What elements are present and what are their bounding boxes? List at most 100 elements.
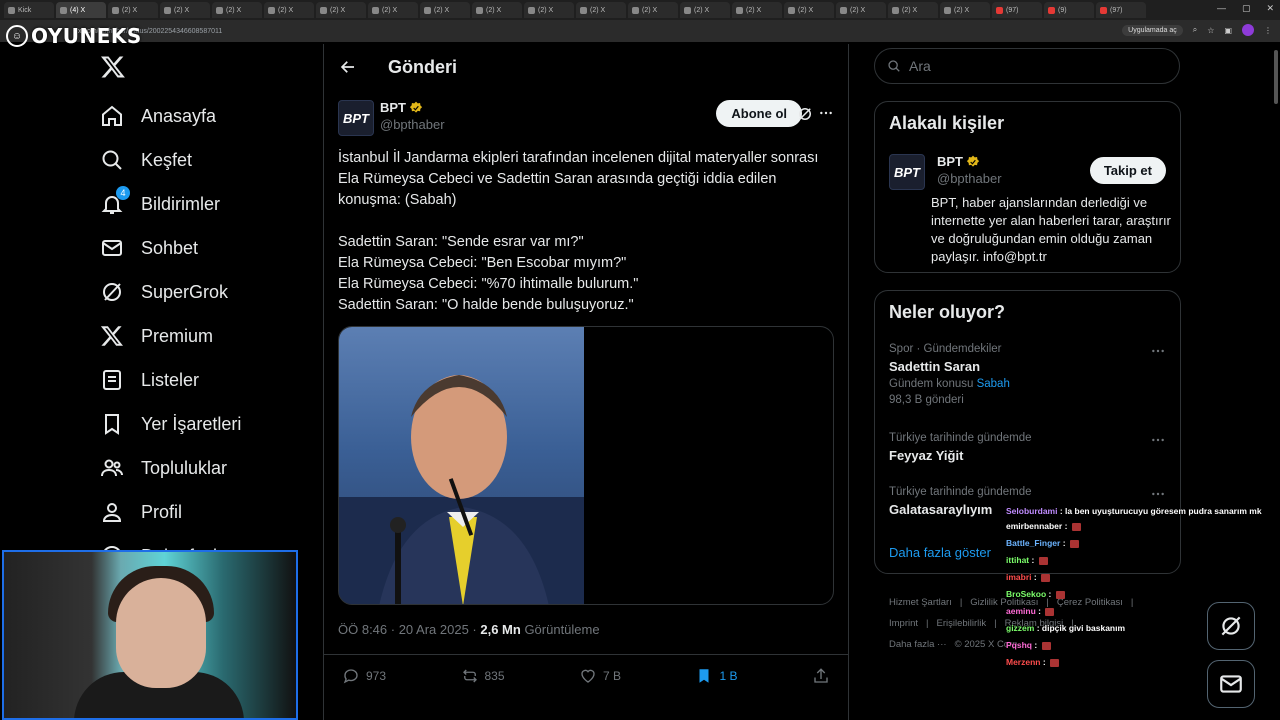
- grok-icon[interactable]: [796, 105, 814, 123]
- trend-item[interactable]: Türkiye tarihinde gündemde Feyyaz Yiğit: [889, 432, 1166, 463]
- related-name[interactable]: BPT: [937, 154, 963, 169]
- chat-username[interactable]: Merzenn: [1006, 657, 1040, 667]
- footer-link[interactable]: Erişilebilirlik: [937, 618, 987, 629]
- browser-tab[interactable]: (2) X: [264, 2, 314, 18]
- grok-icon: [103, 283, 121, 301]
- more-options-icon[interactable]: [1150, 432, 1166, 448]
- chat-message: Seloburdami : la ben uyuşturucuyu görese…: [1006, 506, 1262, 516]
- maximize-icon[interactable]: ▢: [1242, 3, 1251, 14]
- browser-tab[interactable]: (97): [1096, 2, 1146, 18]
- nav-chat[interactable]: Sohbet: [88, 226, 241, 270]
- address-bar[interactable]: x.com/bpthaber/status/200225434660858701…: [0, 20, 1280, 42]
- browser-tab[interactable]: (2) X: [628, 2, 678, 18]
- mail-icon: [102, 240, 122, 256]
- bookmark-button[interactable]: 1 B: [695, 667, 738, 685]
- follow-button[interactable]: Takip et: [1089, 157, 1166, 184]
- like-button[interactable]: 7 B: [579, 667, 621, 685]
- nav-communities[interactable]: Topluluklar: [88, 446, 241, 490]
- author-info[interactable]: BPT @bpthaber: [380, 100, 445, 132]
- menu-icon[interactable]: ⋮: [1264, 26, 1272, 35]
- nav-notifications[interactable]: 4 Bildirimler: [88, 182, 241, 226]
- nav-explore[interactable]: Keşfet: [88, 138, 241, 182]
- browser-tab[interactable]: (2) X: [108, 2, 158, 18]
- browser-tab[interactable]: (2) X: [576, 2, 626, 18]
- nav-bookmarks[interactable]: Yer İşaretleri: [88, 402, 241, 446]
- watermark-text: OYUNEKS: [31, 24, 142, 48]
- post-text: İstanbul İl Jandarma ekipleri tarafından…: [338, 148, 834, 316]
- browser-tab[interactable]: (2) X: [784, 2, 834, 18]
- browser-tab[interactable]: (2) X: [940, 2, 990, 18]
- reply-button[interactable]: 973: [342, 667, 386, 685]
- chat-username[interactable]: BroSekoo: [1006, 589, 1046, 599]
- footer-link[interactable]: Imprint: [889, 618, 918, 629]
- chat-username[interactable]: ittihat: [1006, 555, 1029, 565]
- trend-context-prefix: Gündem konusu: [889, 378, 977, 390]
- chat-username[interactable]: Seloburdami: [1006, 506, 1057, 516]
- search-icon: [102, 150, 122, 170]
- page-scrollbar[interactable]: [1274, 50, 1278, 104]
- show-more-link[interactable]: Daha fazla göster: [889, 545, 991, 560]
- post-photo-man[interactable]: [339, 327, 586, 604]
- browser-tab[interactable]: (2) X: [888, 2, 938, 18]
- share-button[interactable]: [812, 667, 830, 685]
- nav-premium[interactable]: Premium: [88, 314, 241, 358]
- browser-tab[interactable]: (4) X: [56, 2, 106, 18]
- x-logo-icon[interactable]: [100, 54, 126, 80]
- close-icon[interactable]: ✕: [1266, 3, 1274, 14]
- more-options-icon[interactable]: [1150, 486, 1166, 502]
- back-button[interactable]: [328, 47, 368, 87]
- browser-tab[interactable]: (2) X: [472, 2, 522, 18]
- extensions-icon[interactable]: ▣: [1224, 26, 1232, 35]
- author-name[interactable]: BPT: [380, 100, 406, 115]
- search-input[interactable]: [909, 58, 1149, 74]
- browser-tab[interactable]: (2) X: [836, 2, 886, 18]
- browser-tab[interactable]: (2) X: [212, 2, 262, 18]
- chat-emote-icon: [1055, 590, 1065, 599]
- browser-tab[interactable]: (97): [992, 2, 1042, 18]
- profile-avatar[interactable]: [1242, 24, 1254, 36]
- author-handle[interactable]: @bpthaber: [380, 117, 445, 132]
- author-avatar[interactable]: BPT: [338, 100, 374, 136]
- footer-link[interactable]: Hizmet Şartları: [889, 597, 952, 608]
- post-media[interactable]: [338, 326, 834, 605]
- chat-username[interactable]: imabri: [1006, 572, 1032, 582]
- chat-emote-icon: [1050, 658, 1060, 667]
- browser-tab[interactable]: (2) X: [160, 2, 210, 18]
- browser-tab[interactable]: (2) X: [368, 2, 418, 18]
- nav-profile[interactable]: Profil: [88, 490, 241, 534]
- browser-tab[interactable]: Kick: [4, 2, 54, 18]
- nav-home[interactable]: Anasayfa: [88, 94, 241, 138]
- tab-favicon-icon: [684, 6, 691, 14]
- trend-context-link[interactable]: Sabah: [977, 378, 1010, 390]
- star-icon[interactable]: ☆: [1207, 26, 1214, 35]
- chat-username[interactable]: emirbennaber: [1006, 521, 1062, 531]
- related-avatar[interactable]: BPT: [889, 154, 925, 190]
- footer-link[interactable]: Daha fazla ···: [889, 639, 947, 650]
- chat-username[interactable]: Battle_Finger: [1006, 538, 1060, 548]
- people-icon: [101, 459, 123, 477]
- repost-button[interactable]: 835: [461, 667, 505, 685]
- chat-username[interactable]: aeminu: [1006, 606, 1036, 616]
- nav-supergrok[interactable]: SuperGrok: [88, 270, 241, 314]
- browser-tab[interactable]: (2) X: [316, 2, 366, 18]
- browser-tab[interactable]: (2) X: [732, 2, 782, 18]
- related-handle[interactable]: @bpthaber: [937, 171, 1002, 186]
- chat-username[interactable]: Pqshq: [1006, 640, 1032, 650]
- browser-tab[interactable]: (9): [1044, 2, 1094, 18]
- zoom-icon[interactable]: ⌕: [1193, 25, 1197, 35]
- like-count: 7 B: [603, 668, 622, 683]
- more-options-icon[interactable]: [1150, 343, 1166, 359]
- trend-post-count: 98,3 B gönderi: [889, 394, 964, 406]
- chat-username[interactable]: gizzem: [1006, 623, 1034, 633]
- post-timestamp[interactable]: ÖÖ 8:46 · 20 Ara 2025 ·: [338, 622, 480, 637]
- open-in-app-button[interactable]: Uygulamada aç: [1122, 24, 1183, 36]
- browser-tab[interactable]: (2) X: [524, 2, 574, 18]
- trend-item[interactable]: Spor · Gündemdekiler Sadettin Saran Günd…: [889, 343, 1166, 406]
- browser-tab[interactable]: (2) X: [420, 2, 470, 18]
- more-options-icon[interactable]: [818, 105, 834, 121]
- minimize-icon[interactable]: —: [1217, 3, 1226, 14]
- browser-tab[interactable]: (2) X: [680, 2, 730, 18]
- nav-lists[interactable]: Listeler: [88, 358, 241, 402]
- subscribe-button[interactable]: Abone ol: [716, 100, 802, 127]
- search-box[interactable]: [874, 48, 1180, 84]
